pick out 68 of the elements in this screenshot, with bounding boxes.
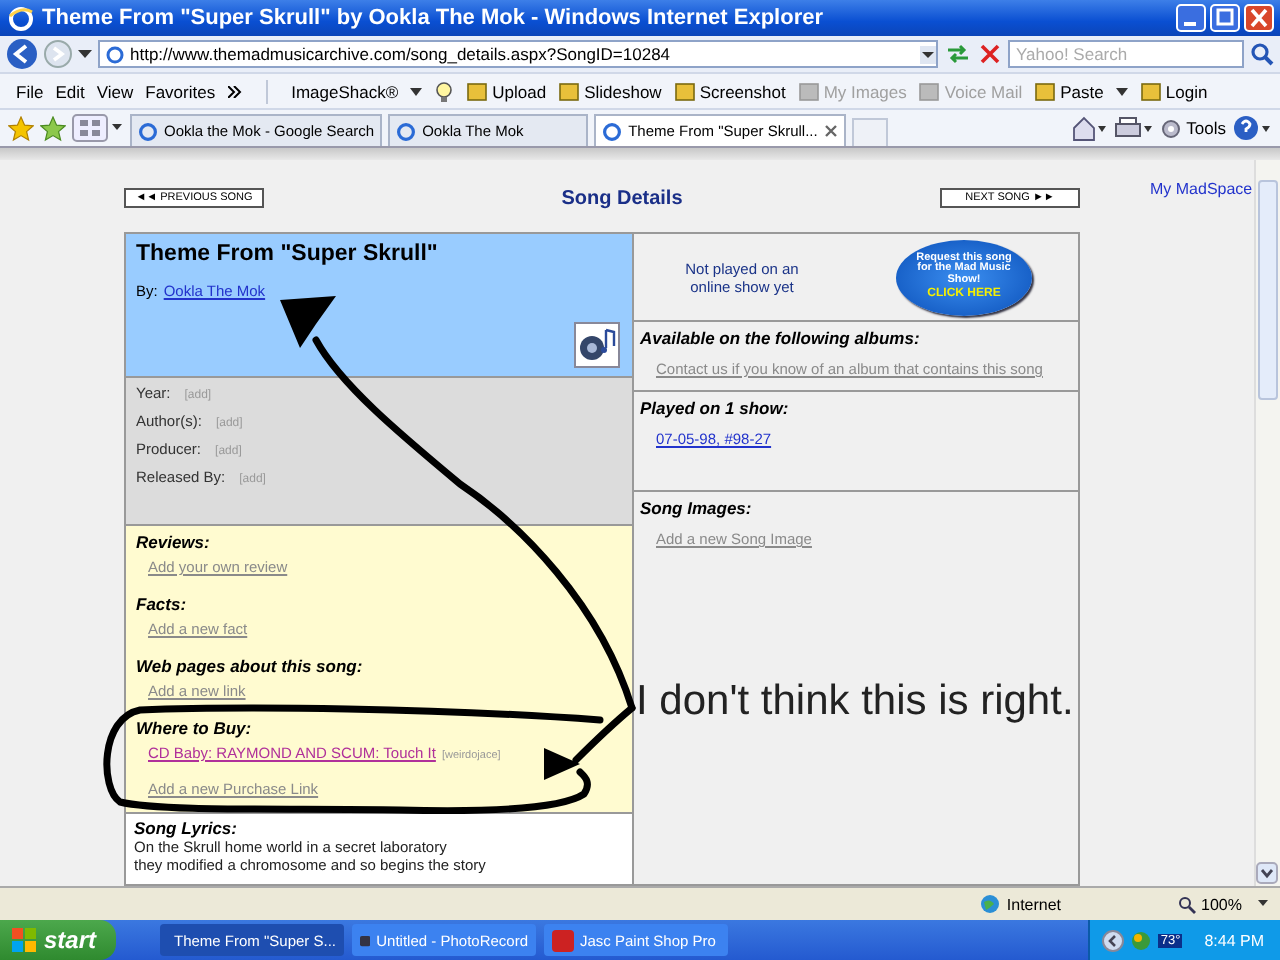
song-title: Theme From "Super Skrull": [136, 242, 440, 266]
section-heading: Web pages about this song:: [136, 656, 365, 676]
quick-tabs-icon[interactable]: [72, 114, 124, 142]
search-field[interactable]: Yahoo! Search: [1008, 40, 1244, 68]
menu-item[interactable]: Favorites: [145, 81, 216, 101]
browser-icon: [8, 5, 34, 31]
clock: 8:44 PM: [1204, 931, 1264, 949]
address-field[interactable]: http://www.themadmusicarchive.com/song_details.aspx?SongID=10284: [98, 40, 938, 68]
browser-icon[interactable]: [138, 121, 158, 141]
flag-icon[interactable]: [12, 928, 36, 952]
section-heading: Available on the following albums:: [640, 328, 922, 348]
globe-icon: [980, 894, 1001, 914]
dropdown-icon[interactable]: [410, 87, 423, 95]
picture-icon[interactable]: [673, 80, 696, 102]
zoom-level[interactable]: 100%: [1177, 895, 1242, 913]
picture-icon[interactable]: [466, 80, 489, 102]
page-heading: Song Details: [561, 187, 683, 209]
scrollbar[interactable]: [1254, 160, 1280, 886]
annotation-text: I don't think this is right.: [636, 678, 1074, 726]
tools-menu[interactable]: Tools: [1160, 117, 1226, 139]
menu-item[interactable]: View: [96, 81, 134, 101]
dropdown-icon[interactable]: [78, 49, 92, 59]
section-heading: Song Lyrics:: [134, 818, 239, 838]
toolbar-button[interactable]: Upload: [466, 80, 547, 102]
gear-icon[interactable]: [1160, 117, 1183, 139]
dropdown-icon[interactable]: [1115, 87, 1128, 95]
close-icon[interactable]: [823, 124, 838, 138]
window-title: Theme From "Super Skrull" by Ookla The Mok - Windows Internet Explorer: [42, 6, 826, 30]
scroll-down-icon[interactable]: [1256, 862, 1278, 884]
magnifier-icon[interactable]: [1177, 895, 1196, 913]
maximize-icon[interactable]: [1210, 4, 1240, 32]
menu-item[interactable]: Edit: [55, 81, 85, 101]
section-heading: Played on 1 show:: [640, 398, 791, 418]
stop-icon[interactable]: [978, 42, 1002, 66]
browser-icon[interactable]: [396, 121, 417, 141]
section-heading: Song Images:: [640, 498, 754, 518]
dropdown-icon[interactable]: [1258, 900, 1268, 908]
lightbulb-icon[interactable]: [434, 79, 455, 103]
dropdown-icon[interactable]: [920, 45, 936, 63]
page-icon: [106, 45, 124, 63]
chevron-icon[interactable]: [227, 85, 242, 97]
menu-item[interactable]: File: [16, 81, 44, 101]
security-zone: Internet: [980, 894, 1062, 914]
toolbar-button[interactable]: ImageShack®: [291, 81, 399, 101]
home-icon[interactable]: [1072, 115, 1109, 141]
browser-icon[interactable]: [602, 121, 623, 141]
section-heading: Where to Buy:: [136, 718, 254, 738]
scrollbar-thumb[interactable]: [1258, 180, 1278, 400]
toolbar-button[interactable]: Login: [1139, 80, 1208, 102]
picture-icon[interactable]: [558, 80, 581, 102]
minimize-icon[interactable]: [1176, 4, 1206, 32]
star-icon[interactable]: [8, 115, 34, 141]
back-icon[interactable]: [6, 38, 38, 70]
section-heading: Reviews:: [136, 532, 212, 552]
add-favorite-icon[interactable]: [40, 115, 66, 141]
toolbar-button[interactable]: Slideshow: [558, 80, 662, 102]
picture-icon[interactable]: [1139, 80, 1162, 102]
my-madspace-link[interactable]: My MadSpace: [1150, 180, 1253, 886]
picture-icon[interactable]: [1034, 80, 1057, 102]
speaker-note-icon[interactable]: [574, 322, 620, 368]
toolbar-button[interactable]: Screenshot: [673, 80, 786, 102]
help-icon[interactable]: [1232, 114, 1272, 142]
start-button[interactable]: start: [0, 920, 116, 960]
chevron-icon[interactable]: [1102, 929, 1125, 951]
toolbar-button[interactable]: Paste: [1034, 80, 1104, 102]
search-icon[interactable]: [1250, 42, 1274, 66]
print-icon[interactable]: [1114, 115, 1155, 141]
section-heading: Facts:: [136, 594, 189, 614]
